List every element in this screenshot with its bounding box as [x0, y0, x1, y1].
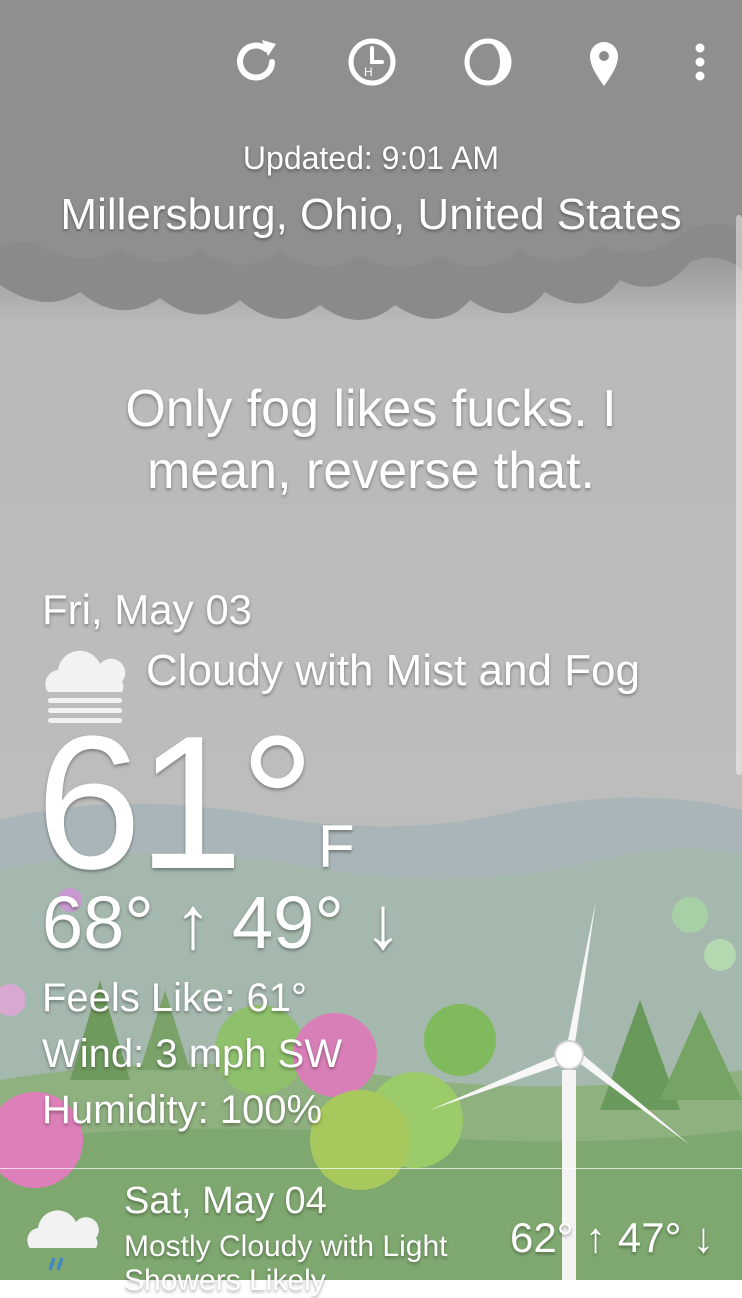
overflow-menu-button[interactable]	[672, 34, 728, 90]
top-toolbar: H	[0, 30, 742, 94]
today-high-low: 68° ↑ 49° ↓	[42, 881, 402, 964]
current-condition: Cloudy with Mist and Fog	[146, 646, 640, 695]
refresh-button[interactable]	[228, 34, 284, 90]
current-date: Fri, May 03	[42, 586, 253, 633]
history-button[interactable]: H	[344, 34, 400, 90]
forecast-condition: Mostly Cloudy with Light Showers Likely	[124, 1230, 448, 1297]
forecast-high-low: 62° ↑ 47° ↓	[510, 1214, 715, 1261]
svg-text:H: H	[364, 65, 373, 79]
forecast-date: Sat, May 04	[124, 1180, 327, 1222]
temperature-unit: F	[318, 813, 355, 880]
feels-like: Feels Like: 61°	[42, 976, 308, 1020]
location-button[interactable]	[576, 34, 632, 90]
cloud-rain-icon	[27, 1210, 99, 1271]
history-icon: H	[348, 38, 396, 86]
moon-phase-icon	[464, 38, 512, 86]
location-name[interactable]: Millersburg, Ohio, United States	[0, 190, 742, 240]
moon-phase-button[interactable]	[460, 34, 516, 90]
current-temperature: 61°	[36, 697, 315, 909]
scrollbar[interactable]	[736, 215, 742, 775]
updated-time: Updated: 9:01 AM	[242, 140, 500, 176]
weather-quip: Only fog likes fucks. I mean, reverse th…	[125, 380, 617, 500]
refresh-icon	[237, 40, 276, 81]
wind-speed: Wind: 3 mph SW	[42, 1032, 343, 1076]
location-pin-icon	[590, 42, 618, 86]
overflow-menu-icon	[695, 43, 705, 81]
forecast-divider	[0, 1168, 742, 1169]
humidity: Humidity: 100%	[42, 1088, 323, 1132]
